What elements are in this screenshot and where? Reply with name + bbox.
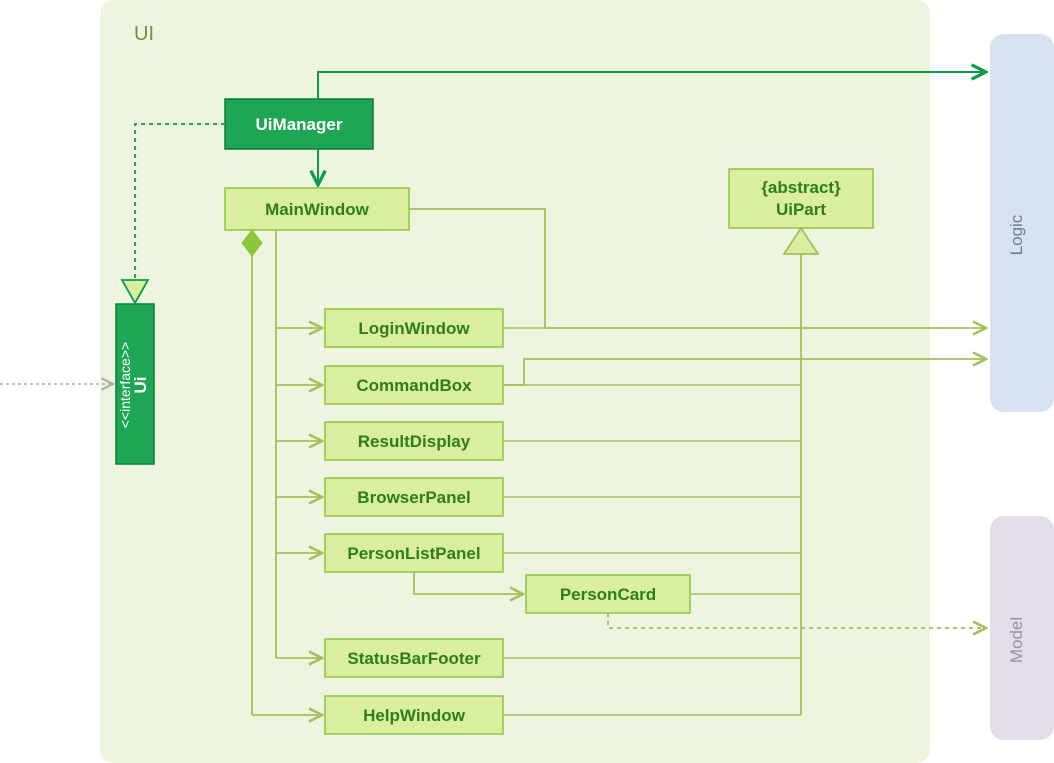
ui-interface: <<interface>> Ui [116,304,154,464]
uipart-name: UiPart [776,200,826,219]
uipart-class: {abstract} UiPart [729,169,873,228]
uipart-modifier: {abstract} [761,178,841,197]
personlistpanel-label: PersonListPanel [347,544,480,563]
browserpanel-class: BrowserPanel [325,478,503,516]
statusbarfooter-label: StatusBarFooter [347,649,481,668]
loginwindow-class: LoginWindow [325,309,503,347]
personcard-class: PersonCard [526,575,690,613]
commandbox-label: CommandBox [356,376,472,395]
model-package-label: Model [1007,617,1026,663]
uimanager-class: UiManager [225,99,373,149]
uimanager-label: UiManager [256,115,343,134]
personlistpanel-class: PersonListPanel [325,534,503,572]
resultdisplay-label: ResultDisplay [358,432,471,451]
logic-package-label: Logic [1007,214,1026,255]
resultdisplay-class: ResultDisplay [325,422,503,460]
mainwindow-class: MainWindow [225,188,409,230]
statusbarfooter-class: StatusBarFooter [325,639,503,677]
ui-interface-name: Ui [131,377,150,394]
personcard-label: PersonCard [560,585,656,604]
loginwindow-label: LoginWindow [358,319,470,338]
helpwindow-class: HelpWindow [325,696,503,734]
helpwindow-label: HelpWindow [363,706,466,725]
ui-package-label: UI [134,23,154,45]
logic-package: Logic [990,34,1054,412]
model-package: Model [990,516,1054,740]
commandbox-class: CommandBox [325,366,503,404]
browserpanel-label: BrowserPanel [357,488,470,507]
mainwindow-label: MainWindow [265,200,369,219]
